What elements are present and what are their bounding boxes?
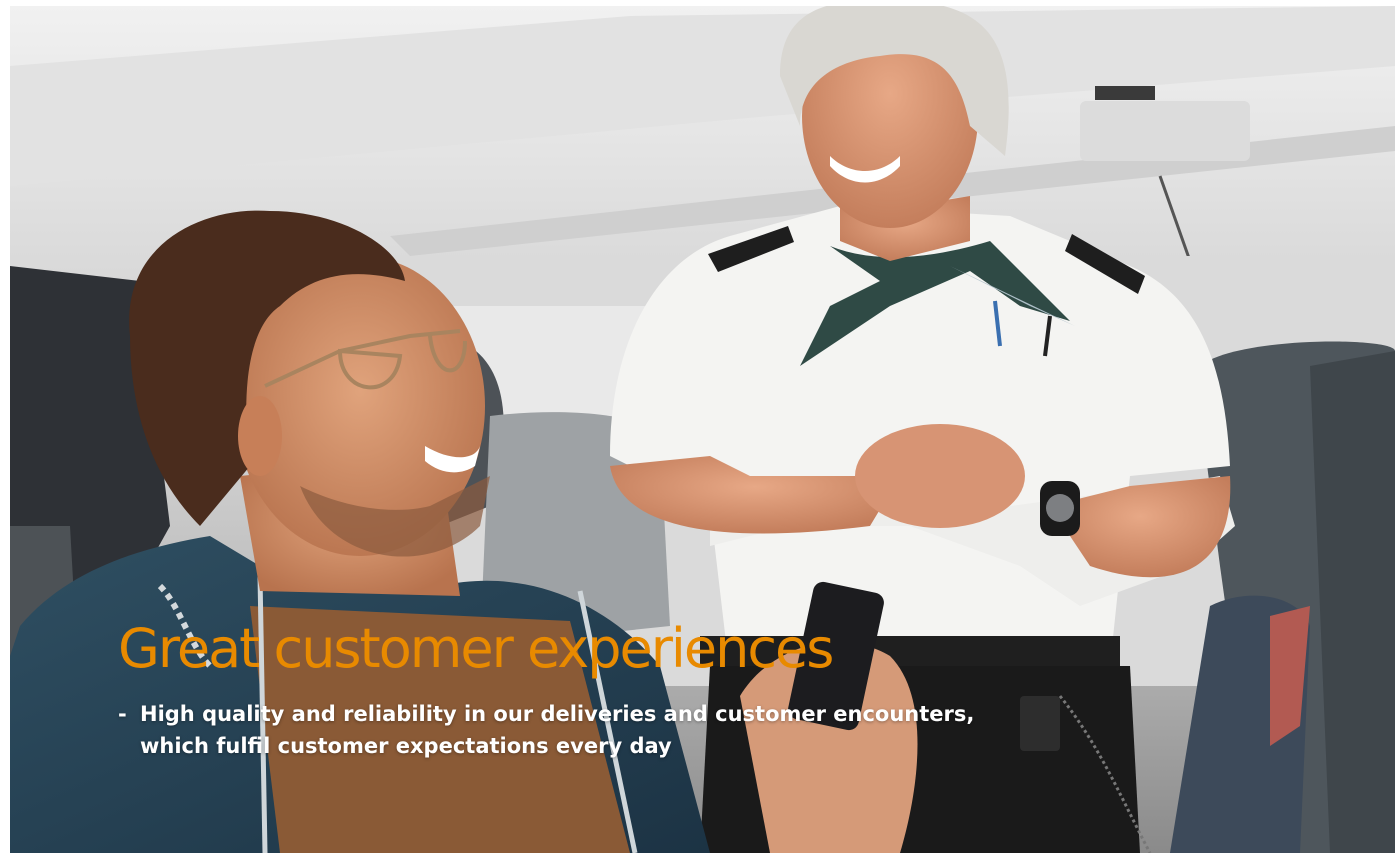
- headline: Great customer experiences: [118, 617, 834, 680]
- bullet-point: - High quality and reliability in our de…: [118, 698, 1238, 762]
- bullet-text: High quality and reliability in our deli…: [140, 698, 974, 762]
- bullet-marker: -: [118, 702, 127, 726]
- slide: Great customer experiences - High qualit…: [10, 6, 1395, 853]
- bullet-line-1: High quality and reliability in our deli…: [140, 702, 975, 726]
- ceiling-light: [1080, 101, 1250, 161]
- bullet-line-2: which fulfil customer expectations every…: [140, 734, 672, 758]
- caption-block: Great customer experiences - High qualit…: [118, 612, 1238, 762]
- conductor-hands: [855, 424, 1025, 528]
